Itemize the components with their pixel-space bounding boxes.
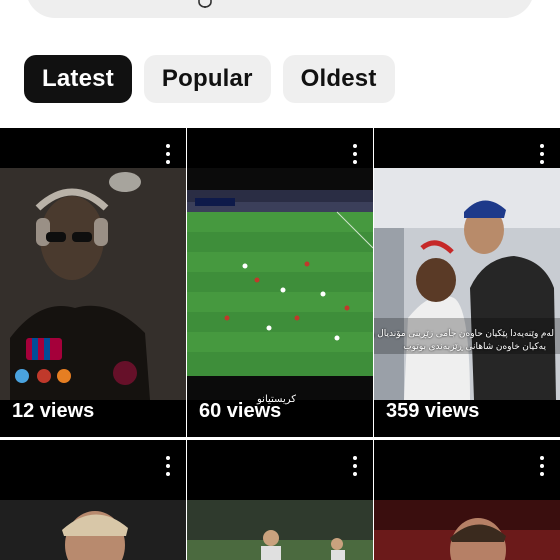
video-tile[interactable]: كريستيانو 60 views [187, 128, 373, 437]
video-thumbnail [187, 168, 373, 400]
chip-latest[interactable]: Latest [24, 55, 132, 103]
view-count: 359 views [386, 400, 480, 422]
video-thumbnail [187, 500, 373, 560]
chip-oldest[interactable]: Oldest [282, 55, 395, 103]
video-tile[interactable]: لەم وێنەیەدا پێکیان حاوەن جامی زێڕینی مۆ… [374, 128, 560, 437]
video-caption-overlay: لەم وێنەیەدا پێکیان حاوەن جامی زێڕینی مۆ… [374, 328, 554, 338]
video-tile[interactable] [187, 440, 373, 560]
microphone-icon[interactable] [198, 0, 212, 8]
more-options-icon[interactable] [164, 456, 172, 476]
more-options-icon[interactable] [164, 144, 172, 164]
more-options-icon[interactable] [351, 456, 359, 476]
video-thumbnail [0, 500, 186, 560]
more-options-icon[interactable] [538, 144, 546, 164]
video-grid: 12 views كريستيانو 60 views لەم وێنەیەدا… [0, 128, 560, 560]
view-count: 60 views [199, 400, 282, 422]
video-caption-overlay-line2: یەکیان خاوەن شاهانی ڕێزبەندی بوتوب [403, 341, 546, 351]
view-count: 12 views [12, 400, 95, 422]
video-thumbnail [374, 500, 560, 560]
video-tile[interactable] [374, 440, 560, 560]
sort-chips: Latest Popular Oldest [24, 55, 395, 103]
search-bar[interactable] [26, 0, 534, 18]
video-tile[interactable] [0, 440, 186, 560]
video-thumbnail [0, 168, 186, 400]
more-options-icon[interactable] [351, 144, 359, 164]
chip-popular[interactable]: Popular [143, 55, 271, 103]
video-thumbnail [374, 168, 560, 400]
video-tile[interactable]: 12 views [0, 128, 186, 437]
more-options-icon[interactable] [538, 456, 546, 476]
